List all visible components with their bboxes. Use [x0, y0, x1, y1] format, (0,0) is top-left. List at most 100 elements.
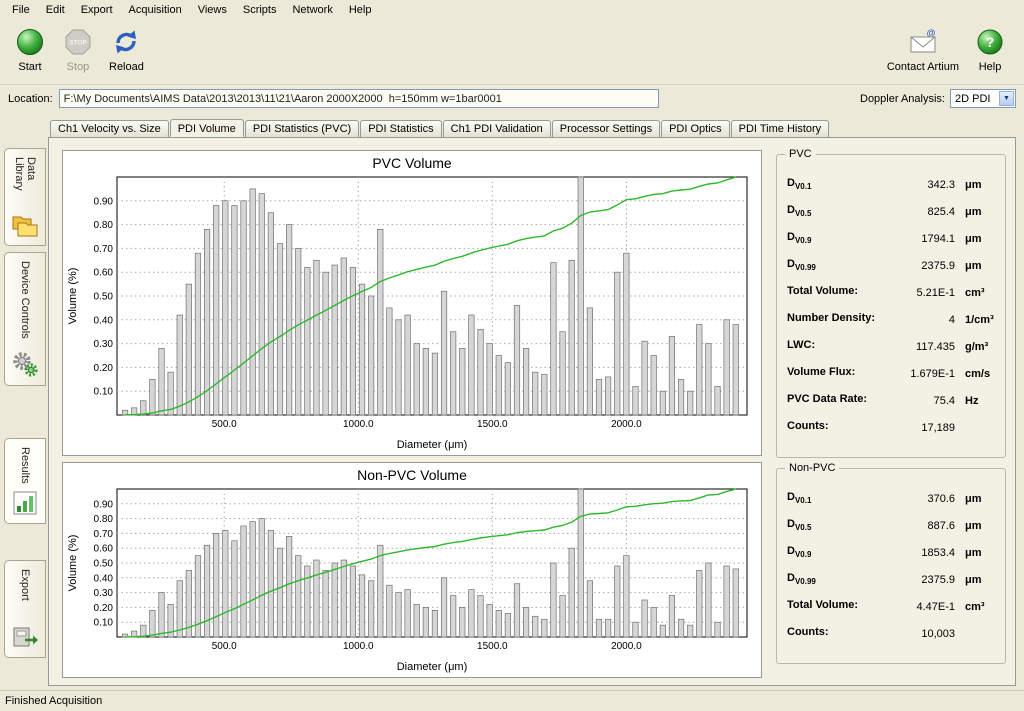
svg-text:?: ?	[986, 34, 995, 50]
pvc-volume-chart-panel: PVC Volume0.100.200.300.400.500.600.700.…	[62, 150, 762, 456]
menu-help[interactable]: Help	[341, 2, 380, 18]
stat-value: 370.6	[881, 493, 955, 505]
stat-unit: μm	[955, 574, 997, 586]
stat-row-counts: Counts: 10,003	[787, 620, 997, 647]
tab-processor-settings[interactable]: Processor Settings	[552, 120, 660, 137]
stat-value: 4.47E-1	[881, 601, 955, 613]
svg-text:Diameter (μm): Diameter (μm)	[397, 661, 468, 673]
svg-text:0.80: 0.80	[94, 220, 114, 231]
svg-text:0.80: 0.80	[94, 514, 114, 525]
location-label: Location:	[8, 93, 53, 105]
menu-edit[interactable]: Edit	[38, 2, 73, 18]
tab-ch1-pdi-validation[interactable]: Ch1 PDI Validation	[443, 120, 551, 137]
svg-text:0.50: 0.50	[94, 559, 114, 570]
svg-text:Volume (%): Volume (%)	[67, 268, 79, 325]
stat-row-dv099: DV0.99 2375.9 μm	[787, 566, 997, 593]
menu-network[interactable]: Network	[284, 2, 340, 18]
stat-value: 342.3	[881, 179, 955, 191]
svg-text:0.40: 0.40	[94, 315, 114, 326]
svg-text:0.40: 0.40	[94, 573, 114, 584]
tab-pdi-optics[interactable]: PDI Optics	[661, 120, 730, 137]
stat-label: DV0.99	[787, 258, 881, 272]
tab-pdi-time-history[interactable]: PDI Time History	[731, 120, 830, 137]
stat-row-dv09: DV0.9 1794.1 μm	[787, 225, 997, 252]
charts-area: PVC Volume0.100.200.300.400.500.600.700.…	[62, 150, 762, 684]
stat-label: DV0.9	[787, 231, 881, 245]
stat-row-dv01: DV0.1 370.6 μm	[787, 485, 997, 512]
stat-value: 117.435	[881, 341, 955, 353]
stat-value: 4	[881, 314, 955, 326]
stat-label: PVC Data Rate:	[787, 393, 881, 407]
stat-value: 10,003	[881, 628, 955, 640]
start-icon	[15, 26, 45, 58]
sidebar-item-export[interactable]: Export	[4, 560, 46, 658]
stat-label: DV0.99	[787, 572, 881, 586]
svg-text:STOP: STOP	[69, 40, 87, 47]
menu-scripts[interactable]: Scripts	[235, 2, 285, 18]
stat-unit: Hz	[955, 395, 997, 407]
stat-unit: μm	[955, 179, 997, 191]
tab-pdi-volume[interactable]: PDI Volume	[170, 119, 244, 137]
doppler-analysis-value: 2D PDI	[955, 93, 990, 105]
stat-row-counts: Counts: 17,189	[787, 414, 997, 441]
menu-export[interactable]: Export	[73, 2, 121, 18]
menu-acquisition[interactable]: Acquisition	[121, 2, 190, 18]
menu-file[interactable]: File	[4, 2, 38, 18]
pvc-volume-chart: PVC Volume0.100.200.300.400.500.600.700.…	[65, 153, 759, 453]
main-area: Data Library Device Controls Results	[0, 116, 1024, 690]
svg-text:0.20: 0.20	[94, 603, 114, 614]
svg-text:2000.0: 2000.0	[611, 419, 642, 430]
svg-text:0.60: 0.60	[94, 268, 114, 279]
non-pvc-stats-group: Non-PVC DV0.1 370.6 μm DV0.5 887.6 μm DV…	[776, 468, 1006, 664]
svg-text:0.90: 0.90	[94, 499, 114, 510]
non-pvc-volume-chart-panel: Non-PVC Volume0.100.200.300.400.500.600.…	[62, 462, 762, 678]
non-pvc-volume-chart: Non-PVC Volume0.100.200.300.400.500.600.…	[65, 465, 759, 675]
menu-views[interactable]: Views	[190, 2, 235, 18]
svg-text:0.20: 0.20	[94, 363, 114, 374]
location-input[interactable]	[59, 89, 659, 108]
svg-text:0.30: 0.30	[94, 339, 114, 350]
help-button[interactable]: ? Help	[968, 23, 1012, 76]
stat-label: Total Volume:	[787, 599, 881, 613]
svg-text:1500.0: 1500.0	[477, 419, 508, 430]
svg-text:500.0: 500.0	[212, 419, 237, 430]
svg-text:0.30: 0.30	[94, 588, 114, 599]
stat-unit: μm	[955, 206, 997, 218]
stat-label: DV0.1	[787, 177, 881, 191]
location-bar: Location: Doppler Analysis: 2D PDI ▼	[0, 84, 1024, 112]
stat-value: 5.21E-1	[881, 287, 955, 299]
pvc-group-title: PVC	[785, 148, 816, 160]
reload-button[interactable]: Reload	[104, 23, 149, 76]
stat-value: 825.4	[881, 206, 955, 218]
stat-row-total-volume: Total Volume: 5.21E-1 cm³	[787, 279, 997, 306]
sidebar-item-device-controls[interactable]: Device Controls	[4, 252, 46, 386]
tab-pdi-statistics-pvc[interactable]: PDI Statistics (PVC)	[245, 120, 359, 137]
status-text: Finished Acquisition	[5, 695, 102, 707]
stat-label: Counts:	[787, 626, 881, 640]
chevron-down-icon[interactable]: ▼	[999, 91, 1014, 106]
export-icon	[11, 624, 39, 653]
stat-unit: μm	[955, 233, 997, 245]
bar-chart-icon	[12, 490, 38, 519]
pvc-stats-group: PVC DV0.1 342.3 μm DV0.5 825.4 μm DV0.9 …	[776, 154, 1006, 458]
tab-bar: Ch1 Velocity vs. Size PDI Volume PDI Sta…	[50, 120, 830, 138]
svg-text:0.90: 0.90	[94, 196, 114, 207]
stat-label: Volume Flux:	[787, 366, 881, 380]
stat-unit: cm/s	[955, 368, 997, 380]
tab-content: PVC Volume0.100.200.300.400.500.600.700.…	[48, 137, 1016, 686]
tab-pdi-statistics[interactable]: PDI Statistics	[360, 120, 441, 137]
svg-text:0.50: 0.50	[94, 292, 114, 303]
stat-value: 75.4	[881, 395, 955, 407]
tab-ch1-velocity-vs-size[interactable]: Ch1 Velocity vs. Size	[50, 120, 169, 137]
doppler-analysis-select[interactable]: 2D PDI ▼	[950, 89, 1016, 108]
svg-text:2000.0: 2000.0	[611, 641, 642, 652]
stop-icon: STOP	[63, 26, 93, 58]
stat-label: Counts:	[787, 420, 881, 434]
contact-artium-button[interactable]: @ Contact Artium	[882, 23, 964, 76]
start-button[interactable]: Start	[8, 23, 52, 76]
sidebar-item-data-library[interactable]: Data Library	[4, 148, 46, 246]
stat-label: DV0.1	[787, 491, 881, 505]
stop-button[interactable]: STOP Stop	[56, 23, 100, 76]
stat-unit: μm	[955, 547, 997, 559]
sidebar-item-results[interactable]: Results	[4, 438, 46, 524]
